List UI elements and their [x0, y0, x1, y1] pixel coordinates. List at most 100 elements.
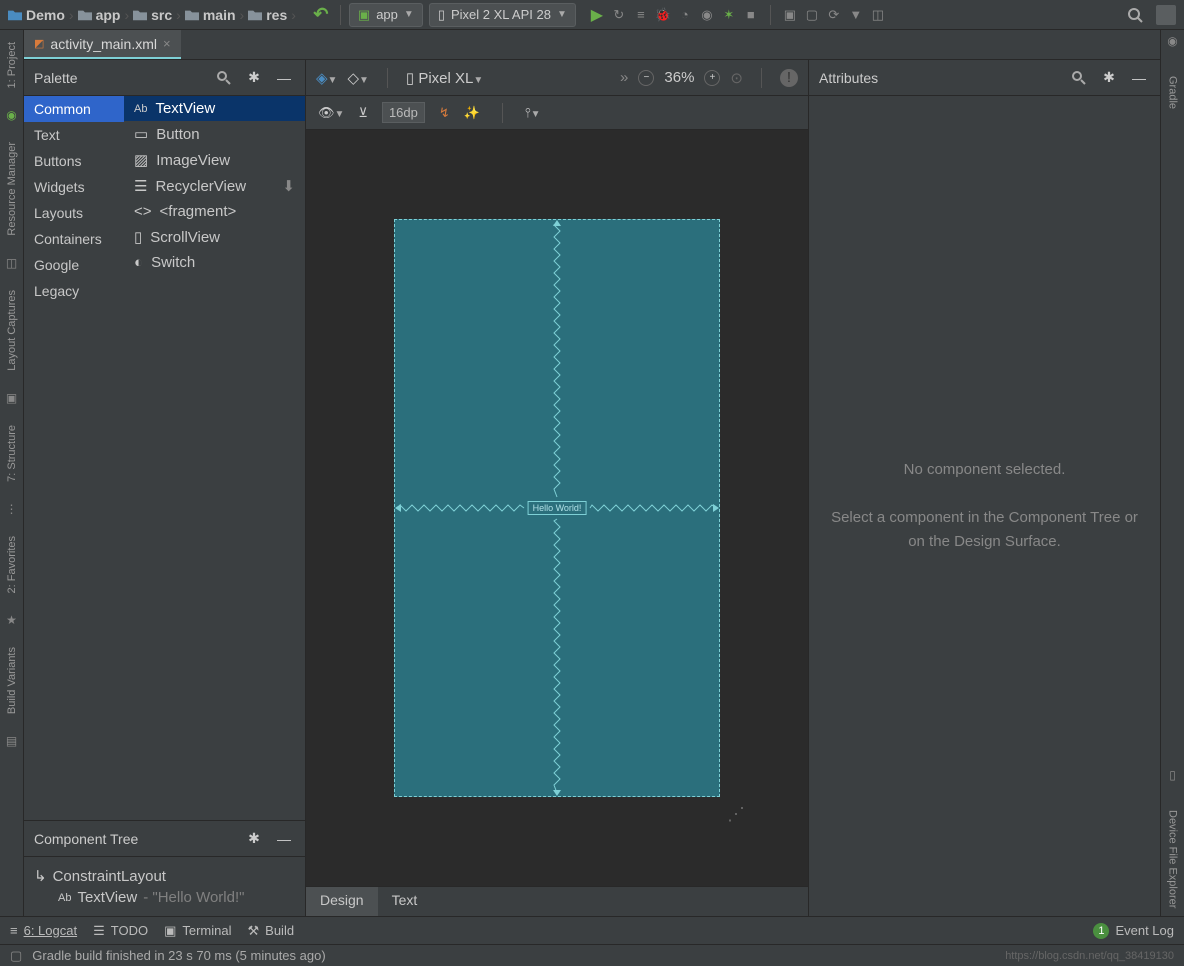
- tab-text[interactable]: Text: [378, 887, 432, 916]
- switch-icon: ◐: [134, 254, 143, 271]
- widget-textview[interactable]: Hello World!: [528, 501, 587, 515]
- avatar[interactable]: [1156, 5, 1176, 25]
- palette-cat-buttons[interactable]: Buttons: [24, 148, 124, 174]
- minimize-icon[interactable]: —: [273, 67, 295, 89]
- device-frame[interactable]: Hello World!: [394, 219, 720, 797]
- run-config-dropdown[interactable]: ▣ app ▼: [349, 3, 423, 27]
- infer-constraints-icon[interactable]: ✨: [464, 105, 480, 121]
- status-build[interactable]: ⚒Build: [248, 923, 295, 939]
- crumb-app[interactable]: app: [78, 7, 121, 23]
- sdk-manager-icon[interactable]: ▼: [845, 4, 867, 26]
- stop-button[interactable]: ■: [740, 4, 762, 26]
- eye-icon[interactable]: 👁▼: [318, 105, 344, 121]
- debug-icon[interactable]: 🐞: [652, 4, 674, 26]
- magnet-icon[interactable]: ⊻: [358, 105, 368, 121]
- crumb-src[interactable]: src: [133, 7, 172, 23]
- device-picker[interactable]: ▯ Pixel XL▼: [406, 69, 483, 87]
- zoom-out-icon[interactable]: −: [638, 70, 654, 86]
- palette-item-textview[interactable]: AbTextView: [124, 96, 305, 121]
- palette-cat-text[interactable]: Text: [24, 122, 124, 148]
- rail-project[interactable]: 1: Project: [6, 34, 18, 96]
- folder-plus-icon[interactable]: ▣: [779, 4, 801, 26]
- gear-icon[interactable]: ✱: [243, 67, 265, 89]
- sync-icon[interactable]: ⟳: [823, 4, 845, 26]
- fit-icon[interactable]: ⊙: [730, 69, 743, 87]
- palette-item-recyclerview[interactable]: ☰RecyclerView⬇: [124, 173, 305, 199]
- avd-manager-icon[interactable]: ▢: [801, 4, 823, 26]
- back-arrow-icon[interactable]: ↶: [310, 4, 332, 26]
- palette-item-button[interactable]: ▭Button: [124, 121, 305, 147]
- status-event-log[interactable]: 1Event Log: [1093, 923, 1174, 939]
- palette-item-switch[interactable]: ◐Switch: [124, 250, 305, 275]
- clear-constraints-icon[interactable]: ↯: [439, 105, 450, 121]
- warning-icon[interactable]: !: [780, 69, 798, 87]
- constraint-bottom-icon: [552, 516, 562, 796]
- file-tab-activity-main[interactable]: ◩ activity_main.xml ×: [24, 30, 181, 59]
- palette-cat-legacy[interactable]: Legacy: [24, 278, 124, 304]
- more-icon[interactable]: »: [620, 69, 628, 86]
- search-icon[interactable]: [213, 67, 235, 89]
- box-icon[interactable]: ◫: [867, 4, 889, 26]
- crumb-demo[interactable]: Demo: [8, 7, 65, 23]
- terminal-icon: ▣: [164, 923, 176, 939]
- rail-resource-manager[interactable]: Resource Manager: [6, 134, 18, 244]
- palette-cat-common[interactable]: Common: [24, 96, 124, 122]
- status-icon: ▢: [10, 948, 22, 964]
- search-icon[interactable]: [1124, 4, 1146, 26]
- scroll-icon: ▯: [134, 228, 142, 246]
- palette-cat-google[interactable]: Google: [24, 252, 124, 278]
- design-canvas[interactable]: Hello World! ⋰: [306, 130, 808, 886]
- palette-cat-widgets[interactable]: Widgets: [24, 174, 124, 200]
- chevron-right-icon: ›: [240, 7, 245, 23]
- list-icon: ☰: [134, 177, 147, 195]
- chevron-down-icon: ▼: [404, 9, 414, 20]
- stack-icon[interactable]: ≡: [630, 4, 652, 26]
- text-icon: Ab: [58, 892, 71, 904]
- attributes-header: Attributes ✱ —: [809, 60, 1160, 96]
- default-margin-input[interactable]: 16dp: [382, 102, 425, 123]
- download-icon[interactable]: ⬇: [282, 177, 295, 195]
- apply-changes-icon[interactable]: ↻: [608, 4, 630, 26]
- gear-icon[interactable]: ✱: [1098, 67, 1120, 89]
- palette-item-imageview[interactable]: ▨ImageView: [124, 147, 305, 173]
- profiler-icon[interactable]: ◔: [674, 4, 696, 26]
- resize-handle-icon[interactable]: ⋰: [727, 804, 828, 906]
- capture-icon: ▣: [6, 391, 17, 405]
- structure-icon: ⋮: [6, 502, 18, 516]
- palette-cat-layouts[interactable]: Layouts: [24, 200, 124, 226]
- rail-favorites[interactable]: 2: Favorites: [6, 528, 18, 601]
- text-icon: Ab: [134, 103, 147, 115]
- rail-device-explorer[interactable]: Device File Explorer: [1167, 802, 1179, 916]
- orientation-icon[interactable]: ◇▼: [347, 69, 368, 87]
- palette-item-fragment[interactable]: <><fragment>: [124, 199, 305, 224]
- zoom-in-icon[interactable]: +: [704, 70, 720, 86]
- status-todo[interactable]: ☰TODO: [93, 923, 148, 939]
- minimize-icon[interactable]: —: [273, 828, 295, 850]
- tree-node-root[interactable]: ↳ConstraintLayout: [34, 865, 295, 887]
- device-config-dropdown[interactable]: ▯ Pixel 2 XL API 28 ▼: [429, 3, 576, 27]
- rail-build-variants[interactable]: Build Variants: [6, 639, 18, 722]
- minimize-icon[interactable]: —: [1128, 67, 1150, 89]
- tab-design[interactable]: Design: [306, 887, 378, 916]
- align-icon[interactable]: ⫯▼: [525, 105, 541, 121]
- speedometer-icon[interactable]: ◉: [696, 4, 718, 26]
- palette-category-list: Common Text Buttons Widgets Layouts Cont…: [24, 96, 124, 820]
- close-icon[interactable]: ×: [163, 36, 171, 51]
- attach-debugger-icon[interactable]: ✶: [718, 4, 740, 26]
- rail-structure[interactable]: 7: Structure: [6, 417, 18, 490]
- zoom-level: 36%: [664, 69, 694, 86]
- file-tab-bar: ◩ activity_main.xml ×: [24, 30, 1160, 60]
- blueprint-icon[interactable]: ◈▼: [316, 69, 337, 87]
- crumb-main[interactable]: main: [185, 7, 236, 23]
- status-logcat[interactable]: ≡6: Logcat: [10, 923, 77, 938]
- rail-gradle[interactable]: Gradle: [1167, 68, 1179, 117]
- tree-node-textview[interactable]: AbTextView- "Hello World!": [34, 887, 295, 908]
- palette-cat-containers[interactable]: Containers: [24, 226, 124, 252]
- search-icon[interactable]: [1068, 67, 1090, 89]
- palette-item-scrollview[interactable]: ▯ScrollView: [124, 224, 305, 250]
- rail-layout-captures[interactable]: Layout Captures: [6, 282, 18, 379]
- gear-icon[interactable]: ✱: [243, 828, 265, 850]
- run-button[interactable]: ▶: [586, 4, 608, 26]
- crumb-res[interactable]: res: [248, 7, 287, 23]
- status-terminal[interactable]: ▣Terminal: [164, 923, 231, 939]
